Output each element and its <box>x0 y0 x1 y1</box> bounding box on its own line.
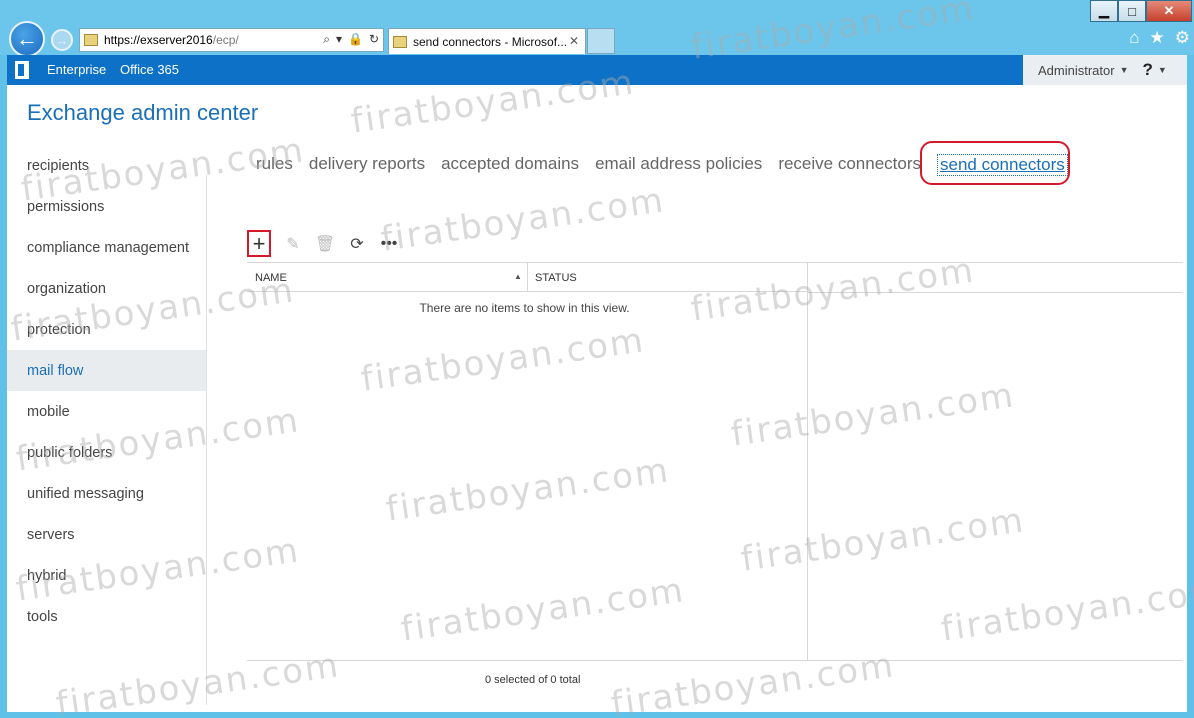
nav-item-mobile[interactable]: mobile <box>7 391 206 432</box>
tab-email-address-policies[interactable]: email address policies <box>595 154 762 176</box>
settings-gear-icon[interactable]: ⚙ <box>1175 28 1190 48</box>
minimize-icon[interactable]: ▁ <box>1090 0 1118 22</box>
tab-delivery-reports[interactable]: delivery reports <box>309 154 425 176</box>
refresh-icon[interactable]: ⟳ <box>347 233 367 255</box>
grid-header: NAME ▲ STATUS <box>247 262 807 292</box>
nav-item-unified-messaging[interactable]: unified messaging <box>7 473 206 514</box>
column-header-status[interactable]: STATUS <box>535 272 577 284</box>
page-content: Enterprise Office 365 Administrator ▼ ? … <box>7 55 1187 712</box>
office-logo-icon[interactable] <box>15 61 29 79</box>
help-caret-icon[interactable]: ▼ <box>1158 65 1167 75</box>
user-name: Administrator <box>1038 62 1115 78</box>
nav-item-mail-flow[interactable]: mail flow <box>7 350 206 391</box>
nav-item-protection[interactable]: protection <box>7 309 206 350</box>
address-bar-icons: ⌕ ▾ 🔒 ↻ <box>323 32 379 47</box>
app-title: Exchange admin center <box>27 100 259 125</box>
url-path: /ecp/ <box>212 33 239 47</box>
nav-divider <box>206 175 207 705</box>
column-separator[interactable] <box>527 263 528 292</box>
maximize-icon[interactable]: □ <box>1118 0 1146 22</box>
nav-item-hybrid[interactable]: hybrid <box>7 555 206 596</box>
tab-close-icon[interactable]: ✕ <box>569 34 579 48</box>
help-icon[interactable]: ? <box>1143 60 1153 80</box>
highlight-annotation <box>920 141 1070 185</box>
forward-arrow-icon[interactable]: → <box>51 29 73 51</box>
refresh-icon[interactable]: ↻ <box>369 32 379 47</box>
left-navigation: recipients permissions compliance manage… <box>7 145 206 637</box>
more-options-icon[interactable]: ••• <box>379 233 399 255</box>
topbar-link-enterprise[interactable]: Enterprise <box>47 62 106 77</box>
window-controls: ▁ □ ✕ <box>1090 0 1192 22</box>
user-menu[interactable]: Administrator ▼ ? ▼ <box>1023 55 1187 85</box>
column-header-name[interactable]: NAME <box>255 272 287 284</box>
tab-title: send connectors - Microsof... <box>413 34 568 49</box>
user-menu-caret-icon: ▼ <box>1119 65 1129 75</box>
back-arrow-icon[interactable]: ← <box>9 21 45 57</box>
empty-state-message: There are no items to show in this view. <box>419 301 630 315</box>
search-icon[interactable]: ⌕ <box>323 32 330 47</box>
connectors-grid: NAME ▲ STATUS There are no items to show… <box>247 262 807 662</box>
nav-item-compliance-management[interactable]: compliance management <box>7 227 206 268</box>
tab-receive-connectors[interactable]: receive connectors <box>778 154 921 176</box>
top-bar: Enterprise Office 365 Administrator ▼ ? … <box>7 55 1187 85</box>
topbar-link-office365[interactable]: Office 365 <box>120 62 179 77</box>
nav-item-tools[interactable]: tools <box>7 596 206 637</box>
tab-favicon-icon <box>393 35 407 48</box>
footer-divider <box>247 660 1183 661</box>
nav-item-public-folders[interactable]: public folders <box>7 432 206 473</box>
nav-item-recipients[interactable]: recipients <box>7 145 206 186</box>
browser-tool-icons: ⌂ ★ ⚙ <box>1129 28 1190 48</box>
details-pane-header <box>808 262 1183 293</box>
lock-icon[interactable]: 🔒 <box>348 32 363 47</box>
home-icon[interactable]: ⌂ <box>1129 28 1139 48</box>
edit-pencil-icon[interactable]: ✎ <box>283 233 303 255</box>
nav-item-servers[interactable]: servers <box>7 514 206 555</box>
page-favicon-icon <box>84 34 98 46</box>
add-icon[interactable]: + <box>247 230 271 257</box>
new-tab-button[interactable] <box>587 28 615 54</box>
tab-accepted-domains[interactable]: accepted domains <box>441 154 579 176</box>
selection-status: 0 selected of 0 total <box>485 674 581 686</box>
nav-item-organization[interactable]: organization <box>7 268 206 309</box>
favorites-star-icon[interactable]: ★ <box>1150 28 1165 48</box>
close-window-icon[interactable]: ✕ <box>1146 0 1192 22</box>
tab-rules[interactable]: rules <box>256 154 293 176</box>
browser-tab-send-connectors[interactable]: send connectors - Microsof... ✕ <box>388 28 586 54</box>
delete-trash-icon[interactable]: 🗑 <box>315 233 335 255</box>
sort-ascending-icon[interactable]: ▲ <box>514 272 522 281</box>
dropdown-caret-icon[interactable]: ▾ <box>336 32 342 47</box>
browser-chrome: ▁ □ ✕ ← → https://exserver2016/ecp/ ⌕ ▾ … <box>0 0 1194 57</box>
grid-toolbar: + ✎ 🗑 ⟳ ••• <box>247 230 399 257</box>
details-pane-divider <box>807 262 808 660</box>
nav-item-permissions[interactable]: permissions <box>7 186 206 227</box>
url-host: https://exserver2016 <box>104 33 213 47</box>
address-bar[interactable]: https://exserver2016/ecp/ ⌕ ▾ 🔒 ↻ <box>79 28 384 52</box>
